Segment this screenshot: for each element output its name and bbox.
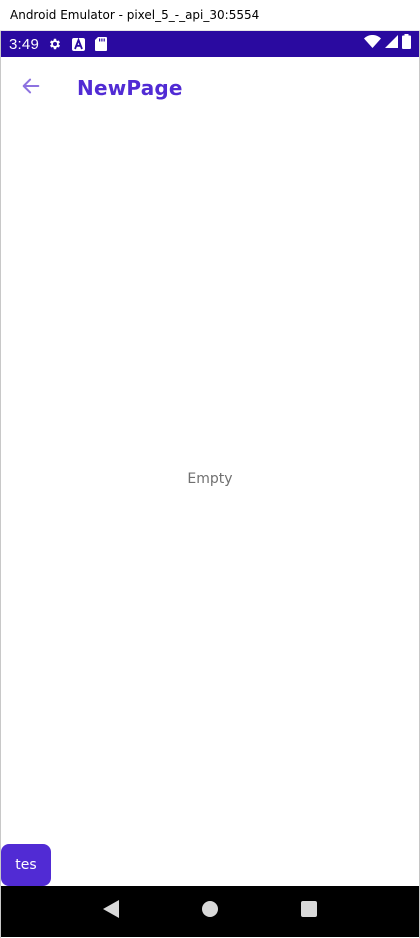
a-badge-icon: [71, 37, 85, 51]
nav-recents-button[interactable]: [289, 892, 329, 932]
recents-square-icon: [301, 901, 318, 922]
status-bar: 3:49: [1, 31, 419, 57]
status-right-icons: [364, 34, 411, 54]
tes-button-label: tes: [15, 857, 37, 873]
window-border-left: [0, 31, 1, 938]
sd-card-icon: [94, 37, 108, 51]
nav-back-button[interactable]: [91, 892, 131, 932]
back-button[interactable]: [3, 60, 59, 116]
page-title: NewPage: [77, 76, 183, 100]
arrow-left-icon: [20, 75, 42, 102]
gear-icon: [48, 37, 62, 51]
nav-home-button[interactable]: [190, 892, 230, 932]
wifi-icon: [364, 34, 381, 53]
navigation-bar: [1, 886, 419, 937]
status-time: 3:49: [9, 35, 39, 53]
signal-icon: [385, 35, 398, 53]
page-content: Empty: [1, 119, 419, 886]
emulator-window: Android Emulator - pixel_5_-_api_30:5554…: [0, 0, 420, 938]
home-circle-icon: [201, 901, 218, 922]
window-title: Android Emulator - pixel_5_-_api_30:5554: [10, 8, 260, 22]
app-bar: NewPage: [1, 57, 419, 119]
battery-icon: [402, 34, 411, 54]
empty-message: Empty: [187, 471, 233, 487]
back-triangle-icon: [102, 900, 119, 923]
window-titlebar: Android Emulator - pixel_5_-_api_30:5554: [0, 0, 420, 31]
tes-button[interactable]: tes: [1, 844, 51, 886]
